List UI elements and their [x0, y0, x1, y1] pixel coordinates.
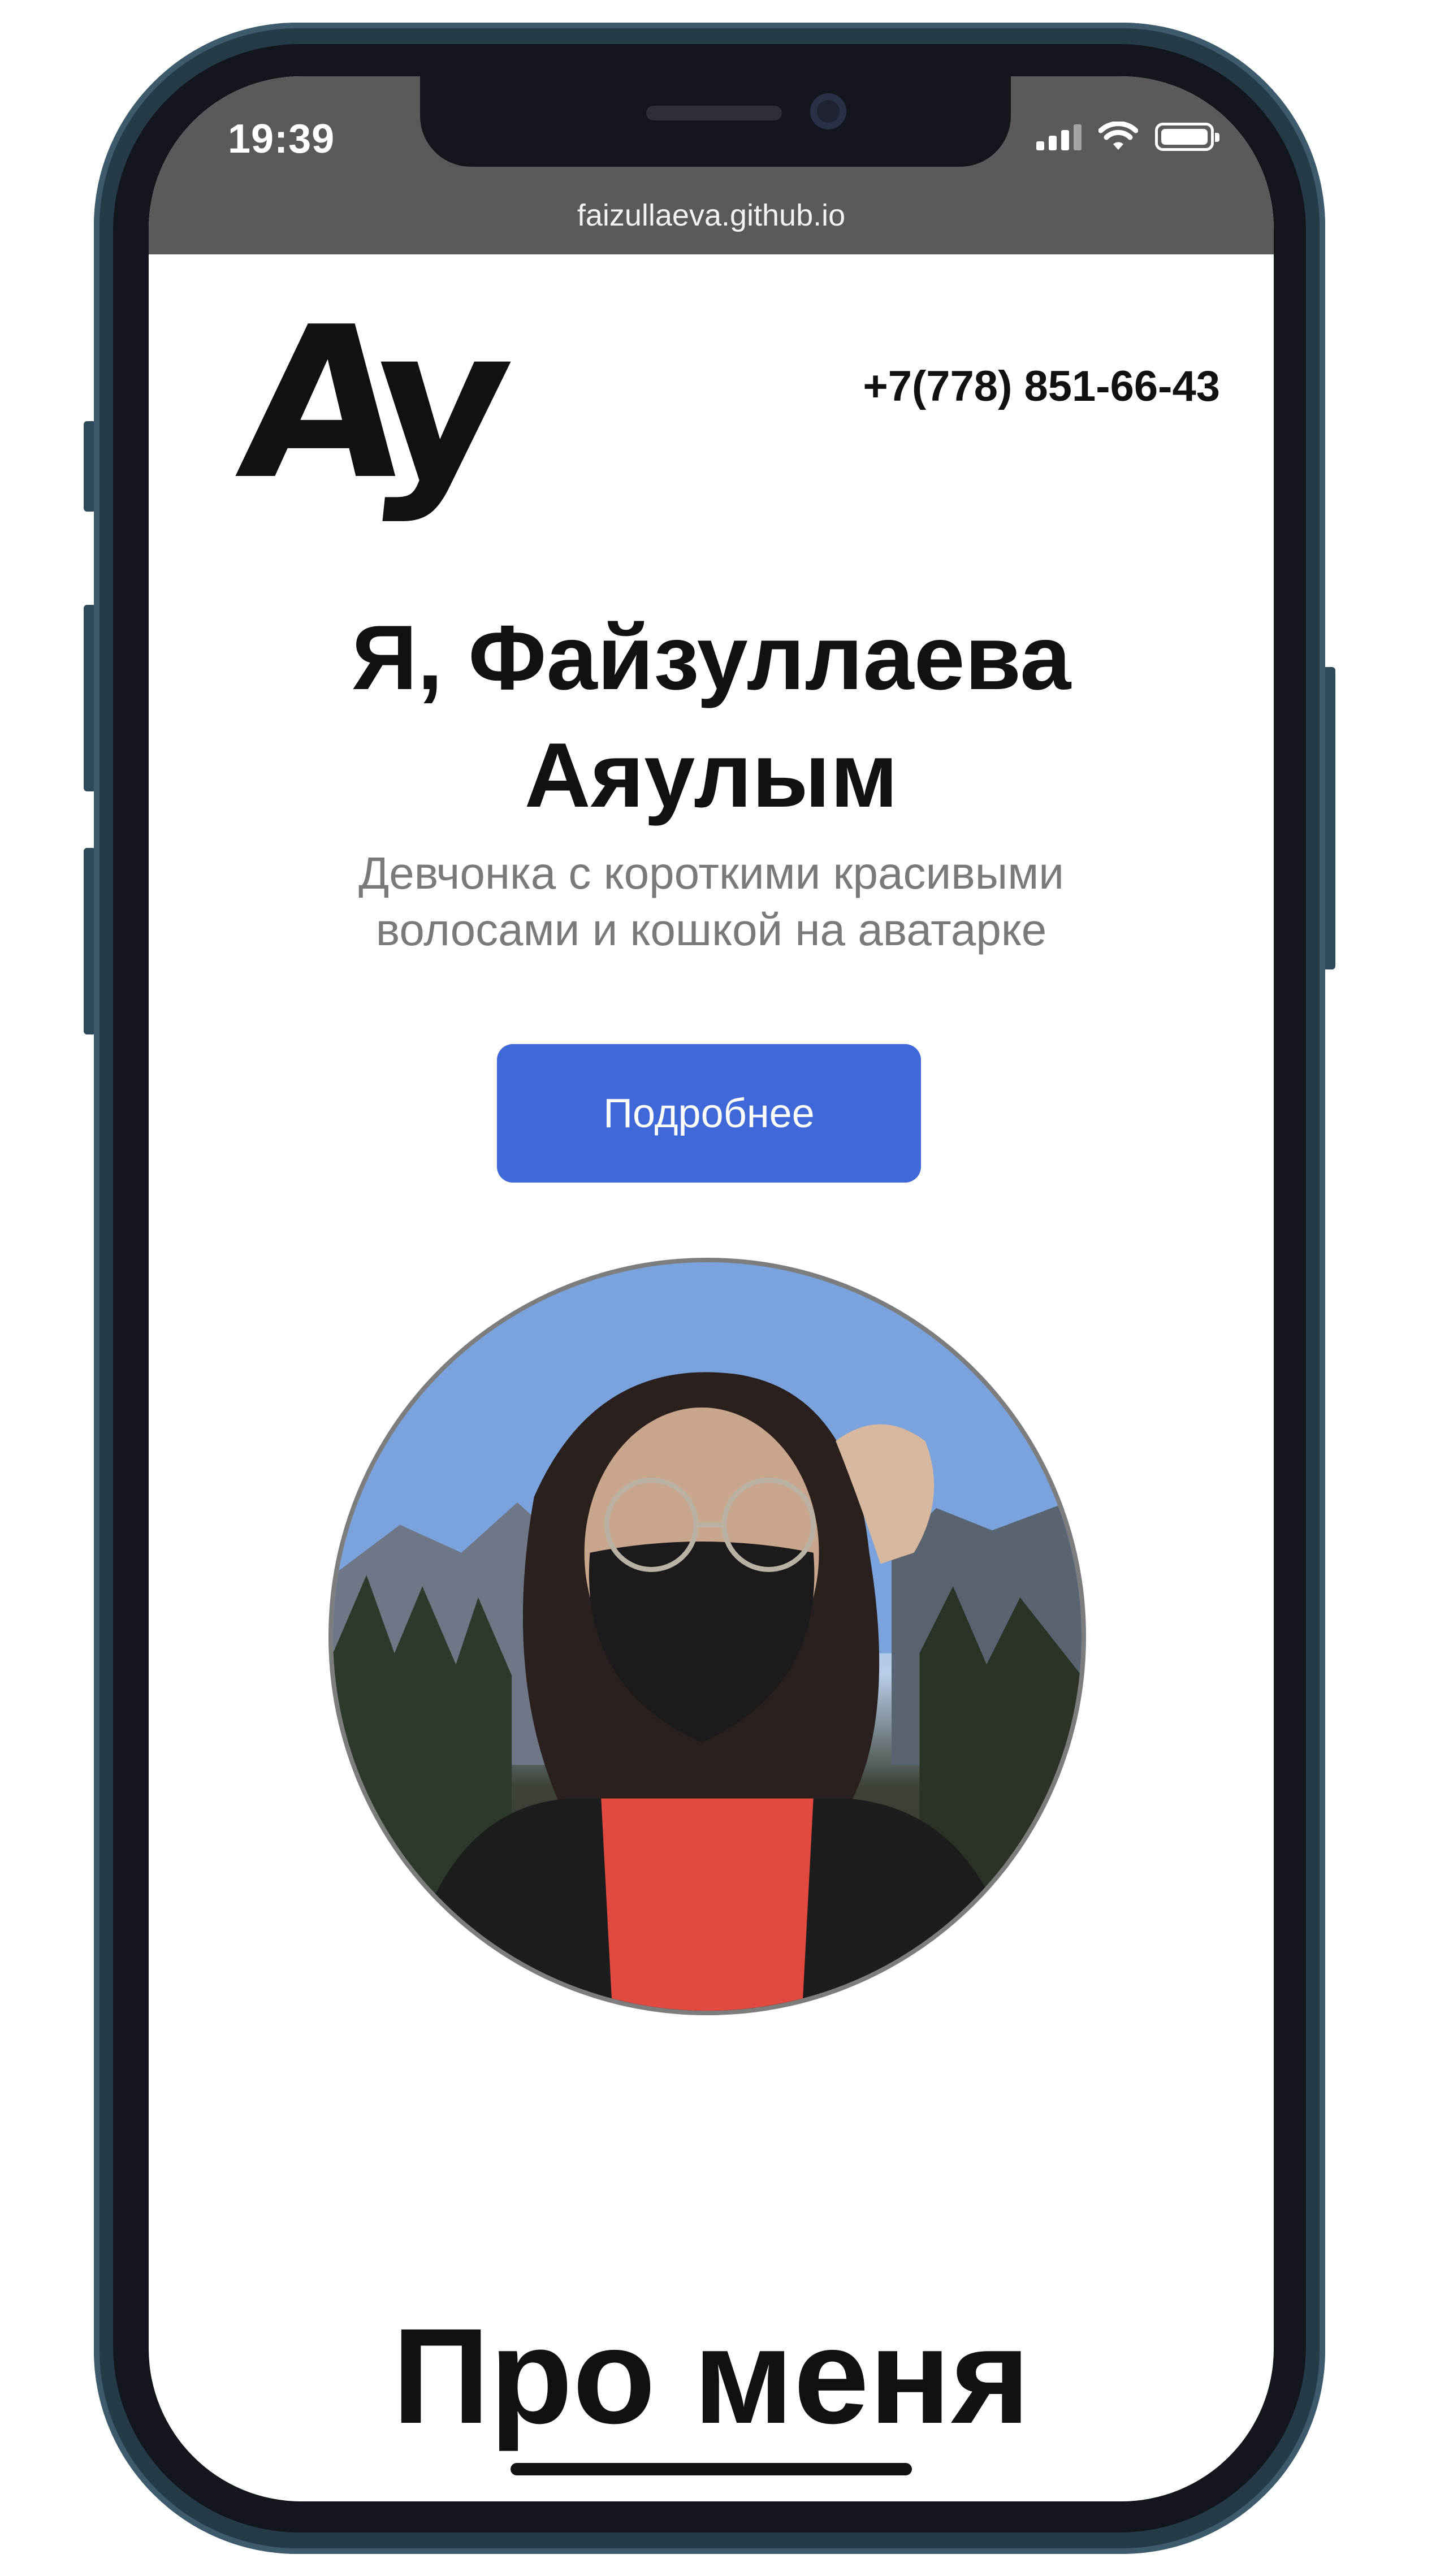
hero-subtitle: Девчонка с короткими красивыми волосами … [358, 848, 1064, 955]
camera-notch [420, 76, 1011, 167]
home-indicator[interactable] [511, 2463, 912, 2475]
hero-title-line2: Аяулым [524, 724, 898, 826]
avatar-photo [333, 1262, 1082, 2011]
browser-status-bar: 19:39 faizullaeva.github.io [149, 76, 1274, 254]
more-button[interactable]: Подробнее [497, 1044, 921, 1183]
address-bar-url[interactable]: faizullaeva.github.io [149, 198, 1274, 233]
battery-icon [1155, 123, 1219, 151]
avatar [328, 1258, 1086, 2015]
status-icons [1036, 122, 1219, 152]
status-time: 19:39 [228, 116, 335, 162]
about-section-title: Про меня [392, 2300, 1031, 2452]
front-camera-icon [810, 93, 846, 129]
speaker-grille [646, 106, 782, 120]
site-logo[interactable]: Ay [229, 283, 500, 526]
header-phone-link[interactable]: +7(778) 851-66-43 [863, 362, 1220, 411]
hero-title: Я, Файзуллаева Аяулым [149, 599, 1274, 834]
wifi-icon [1098, 122, 1138, 150]
phone-screen: 19:39 faizullaeva.github.io Ay +7(778) 8… [149, 76, 1274, 2501]
hero-title-line1: Я, Файзуллаева [351, 607, 1071, 709]
cellular-signal-icon [1036, 123, 1082, 150]
